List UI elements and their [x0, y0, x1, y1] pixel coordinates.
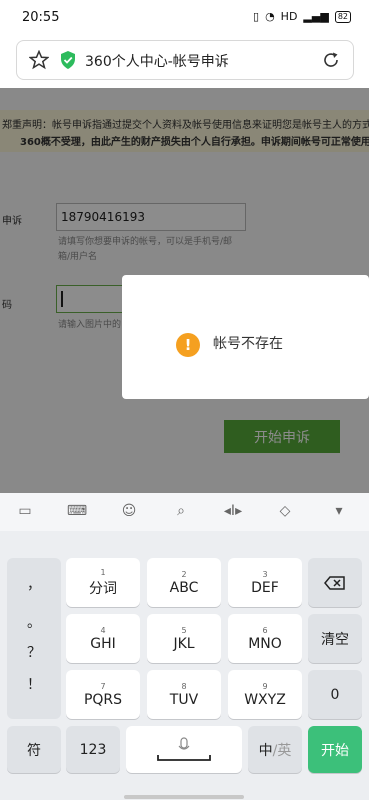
warning-icon: !	[176, 333, 200, 357]
backspace-key[interactable]	[308, 558, 362, 607]
key-2[interactable]: 2 ABC	[147, 558, 221, 607]
status-time: 20:55	[22, 10, 60, 25]
clear-format-icon[interactable]: ◇	[274, 503, 296, 521]
status-icons: ▯ ◔ HD ▂▄▆ 82	[253, 10, 351, 23]
url-bar[interactable]: 360个人中心-帐号申诉	[16, 40, 354, 80]
clear-key[interactable]: 清空	[308, 614, 362, 663]
key-0[interactable]: 0	[308, 670, 362, 719]
search-icon[interactable]: ⌕	[170, 503, 192, 521]
number-mode-key[interactable]: 123	[66, 726, 120, 773]
language-switch-key[interactable]: 中/英	[248, 726, 302, 773]
key-4[interactable]: 4 GHI	[66, 614, 140, 663]
collapse-icon[interactable]: ▾	[328, 503, 350, 521]
home-indicator[interactable]	[124, 795, 244, 799]
alert-dialog[interactable]: ! 帐号不存在	[122, 275, 369, 399]
punct-comma[interactable]: ，	[7, 574, 61, 594]
star-icon[interactable]	[29, 50, 49, 70]
refresh-icon[interactable]	[321, 50, 341, 70]
punctuation-column: ， 。 ？ ！	[7, 558, 61, 719]
browser-toolbar: 360个人中心-帐号申诉	[0, 36, 369, 88]
key-5[interactable]: 5 JKL	[147, 614, 221, 663]
punct-question[interactable]: ？	[7, 642, 61, 662]
status-bar: 20:55 ▯ ◔ HD ▂▄▆ 82	[0, 0, 369, 36]
punct-period[interactable]: 。	[7, 612, 61, 632]
ime-keyboard: ▭ ⌨ ☺ ⌕ ◂I▸ ◇ ▾ ， 。 ？ ！ 1 分词 2 ABC 3 DEF 4G…	[0, 493, 369, 800]
signal-icon: ▂▄▆	[303, 10, 329, 23]
alert-message: 帐号不存在	[213, 336, 283, 352]
keyboard-toolbar: ▭ ⌨ ☺ ⌕ ◂I▸ ◇ ▾	[0, 493, 369, 531]
key-3[interactable]: 3 DEF	[228, 558, 302, 607]
emoji-icon[interactable]: ☺	[118, 503, 140, 521]
key-8[interactable]: 8 TUV	[147, 670, 221, 719]
backspace-icon	[324, 575, 345, 590]
space-key[interactable]	[126, 726, 242, 773]
network-label: HD	[280, 10, 298, 23]
briefcase-icon[interactable]: ▭	[14, 503, 36, 521]
wifi-icon: ◔	[265, 10, 275, 23]
go-key[interactable]: 开始	[308, 726, 362, 773]
page-title: 360个人中心-帐号申诉	[85, 54, 229, 70]
vibrate-icon: ▯	[253, 10, 260, 23]
cursor-move-icon[interactable]: ◂I▸	[222, 503, 244, 521]
keyboard-icon[interactable]: ⌨	[66, 503, 88, 521]
microphone-icon	[157, 736, 211, 761]
punct-exclaim[interactable]: ！	[7, 674, 61, 694]
key-9[interactable]: 9 WXYZ	[228, 670, 302, 719]
shield-icon	[61, 51, 75, 69]
key-7[interactable]: 7 PQRS	[66, 670, 140, 719]
key-6[interactable]: 6 MNO	[228, 614, 302, 663]
key-1[interactable]: 1 分词	[66, 558, 140, 607]
battery-icon: 82	[334, 10, 351, 23]
symbol-key[interactable]: 符	[7, 726, 61, 773]
